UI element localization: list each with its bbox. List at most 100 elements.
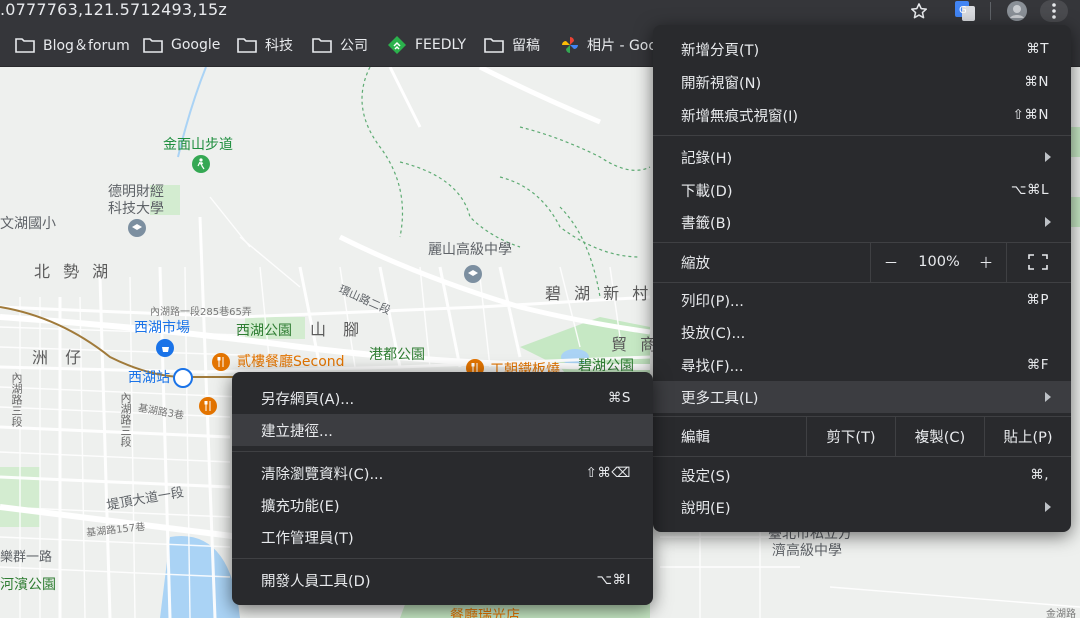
menu-save-page[interactable]: 另存網頁(A)... ⌘S [232,382,653,414]
shortcut-label: ⌥⌘L [1010,182,1049,198]
menu-history[interactable]: 記錄(H) [653,141,1071,173]
bookmark-label: 相片 - Goo [587,38,657,54]
map-label-gangdu-park[interactable]: 港都公園 [369,344,425,364]
shortcut-label: ⌘F [1026,357,1049,373]
menu-item-label: 開新視窗(N) [681,75,762,92]
url-field[interactable]: .0777763,121.5712493,15z [0,0,227,22]
menu-downloads[interactable]: 下載(D) ⌥⌘L [653,174,1071,206]
map-label-neihu-road-3: 內湖路三段 [10,372,23,427]
map-label-xihu-market[interactable]: 西湖市場 [134,317,190,337]
bookmark-star-icon[interactable] [908,0,930,22]
map-label-xihu-station[interactable]: 西湖站 [128,367,170,387]
restaurant-marker-icon[interactable] [199,397,217,415]
map-label-elementary[interactable]: 文湖國小 [0,213,56,233]
map-label-neihu-road: 內湖路三段 [119,392,132,447]
fullscreen-icon [1028,254,1048,270]
copy-button[interactable]: 複製(C) [896,416,984,456]
chrome-menu-icon[interactable] [1040,0,1068,22]
bookmark-label: Google [171,37,221,53]
map-label-school-line2[interactable]: 濟高級中學 [772,540,842,560]
menu-developer-tools[interactable]: 開發人員工具(D) ⌥⌘I [232,564,653,596]
folder-icon [143,38,163,53]
profile-avatar[interactable] [1006,0,1028,22]
map-label-trail[interactable]: 金面山步道 [163,134,233,154]
menu-item-label: 開發人員工具(D) [261,573,371,590]
folder-icon [484,38,504,53]
menu-new-incognito[interactable]: 新增無痕式視窗(I) ⇧⌘N [653,99,1071,131]
menu-cast[interactable]: 投放(C)... [653,316,1071,348]
shortcut-label: ⌘, [1030,467,1049,483]
hiking-marker-icon[interactable] [192,155,210,173]
shopping-marker-icon[interactable] [156,339,174,357]
google-translate-icon[interactable]: G [954,0,976,22]
map-label-xihu-park[interactable]: 西湖公園 [236,320,292,340]
menu-item-label: 列印(P)... [681,293,744,310]
chrome-main-menu: 新增分頁(T) ⌘T 開新視窗(N) ⌘N 新增無痕式視窗(I) ⇧⌘N 記錄(… [653,25,1071,532]
map-label-riverside-park[interactable]: 河濱公園 [0,574,56,594]
menu-find[interactable]: 尋找(F)... ⌘F [653,349,1071,381]
map-label-zhouzi: 洲 仔 [32,348,88,367]
menu-new-window[interactable]: 開新視窗(N) ⌘N [653,66,1071,98]
zoom-in-button[interactable]: ＋ [971,242,1001,282]
map-label-bihu-village: 碧 湖 新 村 [545,284,653,303]
map-label-lishan-high[interactable]: 麗山高級中學 [428,239,512,259]
menu-item-label: 新增分頁(T) [681,42,760,59]
menu-separator [232,558,653,559]
menu-task-manager[interactable]: 工作管理員(T) [232,521,653,553]
zoom-value: 100% [918,254,960,270]
submenu-arrow-icon [1045,217,1051,227]
fullscreen-button[interactable] [1018,242,1058,282]
toolbar-divider [990,2,991,20]
menu-new-tab[interactable]: 新增分頁(T) ⌘T [653,33,1071,65]
bookmark-label: Blog＆forum [43,38,130,54]
map-label-beishi-lake: 北 勢 湖 [34,262,113,281]
shortcut-label: ⌘S [607,390,631,406]
cut-label: 剪下(T) [826,429,876,446]
map-label-neihu-lane: 內湖路一段285巷65弄 [150,307,252,318]
bookmark-company[interactable]: 公司 [312,24,368,66]
menu-bookmarks[interactable]: 書籤(B) [653,206,1071,238]
zoom-in-label: ＋ [978,255,994,272]
submenu-arrow-icon [1045,392,1051,402]
bookmark-feedly[interactable]: FEEDLY [387,24,466,66]
more-tools-submenu: 另存網頁(A)... ⌘S 建立捷徑... 清除瀏覽資料(C)... ⇧⌘⌫ 擴… [232,372,653,605]
menu-print[interactable]: 列印(P)... ⌘P [653,284,1071,316]
menu-clear-browsing-data[interactable]: 清除瀏覽資料(C)... ⇧⌘⌫ [232,457,653,489]
bookmark-drafts[interactable]: 留稿 [484,24,540,66]
bookmark-label: FEEDLY [415,37,467,53]
menu-item-label: 書籤(B) [681,215,732,232]
menu-item-label: 設定(S) [681,468,731,485]
bookmark-google[interactable]: Google [143,24,220,66]
menu-more-tools[interactable]: 更多工具(L) [653,381,1071,413]
google-photos-icon [562,37,578,53]
menu-settings[interactable]: 設定(S) ⌘, [653,459,1071,491]
cut-button[interactable]: 剪下(T) [807,416,895,456]
menu-extensions[interactable]: 擴充功能(E) [232,489,653,521]
shortcut-label: ⇧⌘⌫ [585,465,631,481]
menu-item-label: 更多工具(L) [681,390,759,407]
menu-help[interactable]: 說明(E) [653,491,1071,523]
school-marker-icon[interactable] [128,219,146,237]
menu-item-label: 清除瀏覽資料(C)... [261,466,384,483]
menu-item-label: 說明(E) [681,500,731,517]
menu-create-shortcut[interactable]: 建立捷徑... [232,414,653,446]
menu-item-label: 另存網頁(A)... [261,391,355,408]
copy-label: 複製(C) [914,429,966,446]
map-label-restaurant[interactable]: 貳樓餐廳Second [237,351,345,371]
paste-button[interactable]: 貼上(P) [985,416,1071,456]
bookmark-google-photos[interactable]: 相片 - Goo [561,24,657,66]
menu-item-label: 下載(D) [681,183,733,200]
bookmark-tech[interactable]: 科技 [237,24,293,66]
map-label-ruiguang[interactable]: 餐廳瑞光店 [450,605,520,618]
zoom-out-label: － [883,255,899,272]
restaurant-marker-icon[interactable] [212,353,230,371]
map-label-university-line2[interactable]: 科技大學 [108,198,164,218]
menu-separator [870,242,871,282]
zoom-out-button[interactable]: － [876,242,906,282]
metro-station-icon[interactable] [173,368,193,388]
menu-item-label: 新增無痕式視窗(I) [681,108,799,125]
map-label-shanjiao: 山 腳 [310,320,366,339]
bookmark-blog-forum[interactable]: Blog＆forum [15,24,130,66]
school-marker-icon[interactable] [464,265,482,283]
menu-item-label: 擴充功能(E) [261,498,340,515]
